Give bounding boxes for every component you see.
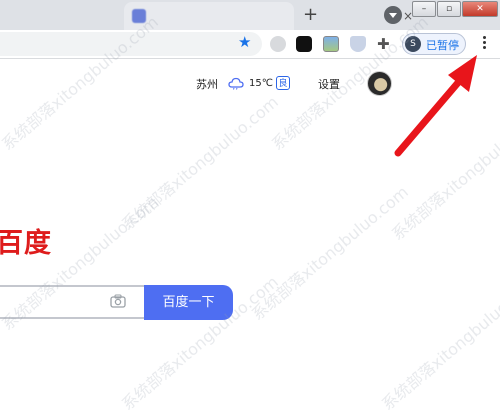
- cloud-icon: [228, 77, 244, 90]
- weather-temperature: 15℃: [249, 78, 273, 89]
- window-close-button[interactable]: ✕: [462, 1, 498, 17]
- watermark: 系统部落xitongbuluo.com: [378, 272, 500, 415]
- watermark: 系统部落xitongbuluo.com: [248, 182, 412, 325]
- extension-dark-icon[interactable]: [296, 36, 312, 52]
- user-avatar[interactable]: [367, 71, 392, 96]
- red-arrow-annotation: [394, 55, 477, 157]
- profile-paused-button[interactable]: S 已暂停: [402, 33, 466, 55]
- extension-shield-icon[interactable]: [350, 36, 366, 52]
- tab-favicon-icon: [132, 9, 146, 23]
- settings-link[interactable]: 设置: [318, 76, 340, 92]
- address-bar[interactable]: [0, 32, 262, 56]
- extension-gear-icon[interactable]: [270, 36, 286, 52]
- paused-label: 已暂停: [426, 39, 459, 52]
- minimize-button[interactable]: –: [412, 1, 436, 17]
- extensions-puzzle-icon[interactable]: ✚: [377, 35, 390, 53]
- tab-search-icon[interactable]: [384, 6, 402, 24]
- watermark: 系统部落xitongbuluo.com: [388, 102, 500, 245]
- baidu-logo: 百度: [0, 228, 52, 259]
- camera-icon[interactable]: [110, 294, 126, 308]
- watermark: 系统部落xitongbuluo.com: [118, 92, 282, 235]
- browser-toolbar: ★ ✚ S 已暂停: [0, 30, 500, 59]
- bookmark-star-icon[interactable]: ★: [238, 33, 251, 51]
- air-quality-badge: 良: [276, 76, 290, 90]
- new-tab-icon[interactable]: +: [303, 4, 318, 25]
- weather-city[interactable]: 苏州: [196, 76, 218, 92]
- tab-strip: × + – ▫ ✕: [0, 0, 500, 30]
- maximize-button[interactable]: ▫: [437, 1, 461, 17]
- search-button[interactable]: 百度一下: [144, 285, 233, 320]
- tab-previous[interactable]: [0, 0, 118, 30]
- browser-menu-icon[interactable]: [480, 34, 488, 54]
- profile-avatar: S: [405, 36, 421, 52]
- tab-active[interactable]: ×: [124, 2, 413, 30]
- extension-image-icon[interactable]: [323, 36, 339, 52]
